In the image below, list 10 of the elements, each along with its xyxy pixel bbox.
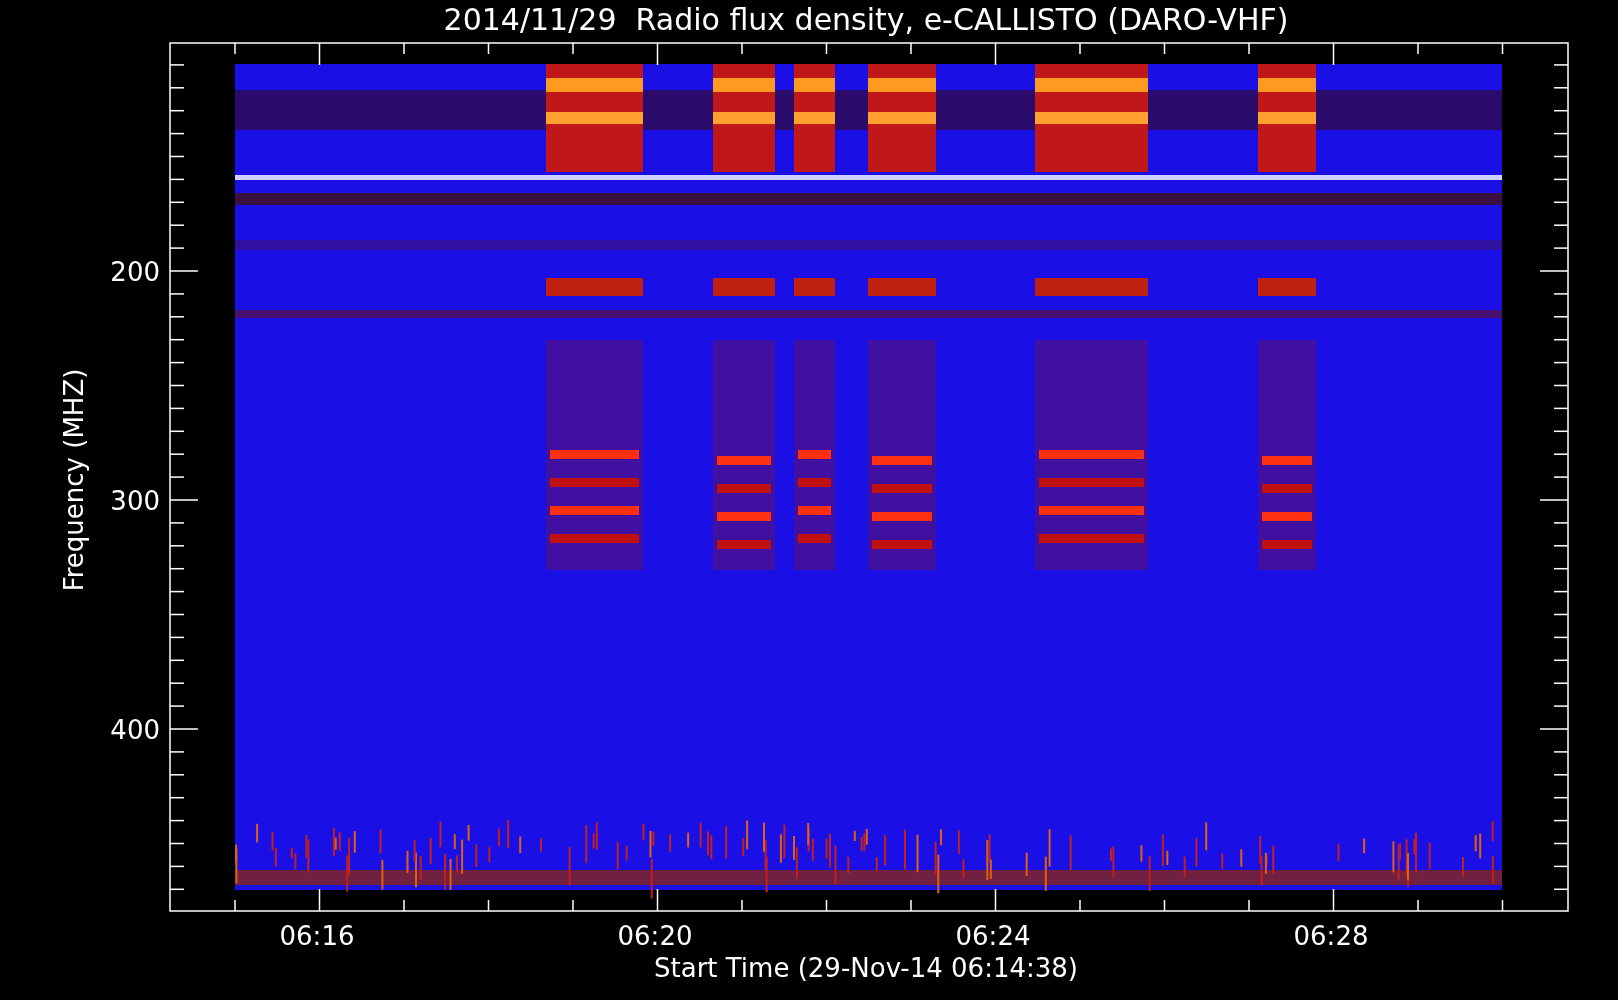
y-tick-label: 400 [110,715,160,745]
x-tick-label: 06:24 [955,921,1031,951]
x-axis-label: Start Time (29-Nov-14 06:14:38) [654,953,1078,983]
y-tick-label: 200 [110,257,160,287]
x-tick-label: 06:16 [279,921,355,951]
chart-title: 2014/11/29 Radio flux density, e-CALLISTO (DARO-VHF) [443,2,1289,37]
y-axis-label: Frequency (MHZ) [59,368,89,592]
y-tick-label: 300 [110,486,160,516]
x-tick-label: 06:20 [617,921,693,951]
x-tick-label: 06:28 [1293,921,1369,951]
